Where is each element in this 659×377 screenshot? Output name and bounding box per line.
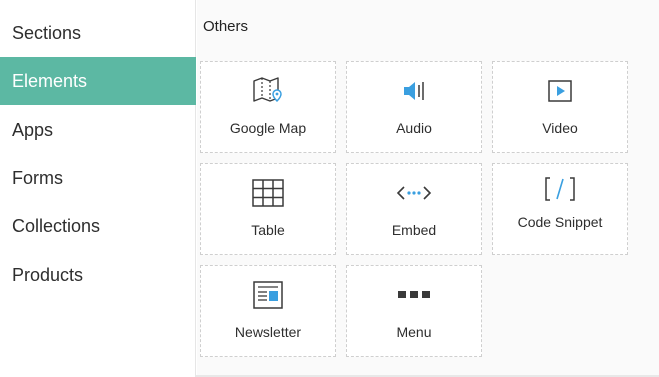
tile-label: Google Map — [229, 120, 307, 136]
tile-label: Embed — [391, 222, 437, 238]
tile-label: Newsletter — [234, 324, 302, 340]
sidebar-item-label: Sections — [12, 22, 82, 43]
element-tile-newsletter[interactable]: Newsletter — [200, 265, 336, 357]
sidebar-item-label: Products — [12, 264, 84, 285]
tile-label: Audio — [396, 120, 432, 136]
tile-label: Menu — [396, 324, 432, 340]
newsletter-icon — [201, 278, 335, 312]
sidebar-item-sections[interactable]: Sections — [0, 9, 196, 57]
tile-label: Code Snippet — [517, 214, 603, 230]
sidebar-item-label: Apps — [12, 119, 54, 140]
map-pin-icon — [201, 74, 335, 108]
audio-icon — [347, 74, 481, 108]
tile-label: Video — [542, 120, 578, 136]
table-grid-icon — [201, 176, 335, 210]
element-tile-embed[interactable]: Embed — [346, 163, 482, 255]
sidebar-item-elements[interactable]: Elements — [0, 57, 196, 105]
section-title: Others — [203, 18, 249, 35]
sidebar-item-collections[interactable]: Collections — [0, 202, 196, 250]
tile-label: Table — [251, 222, 285, 238]
sidebar-item-products[interactable]: Products — [0, 251, 196, 299]
code-snippet-icon — [493, 172, 627, 206]
elements-panel: Others Google Map Audio Video Table Embe… — [197, 0, 659, 377]
element-tile-audio[interactable]: Audio — [346, 61, 482, 153]
sidebar-item-label: Collections — [12, 215, 101, 236]
element-tile-video[interactable]: Video — [492, 61, 628, 153]
element-tile-table[interactable]: Table — [200, 163, 336, 255]
element-tile-menu[interactable]: Menu — [346, 265, 482, 357]
element-tile-google-map[interactable]: Google Map — [200, 61, 336, 153]
sidebar-item-forms[interactable]: Forms — [0, 154, 196, 202]
sidebar-item-label: Elements — [12, 70, 88, 91]
sidebar-item-label: Forms — [12, 167, 63, 188]
sidebar-item-apps[interactable]: Apps — [0, 106, 196, 154]
menu-dots-icon — [347, 278, 481, 312]
element-tile-code-snippet[interactable]: Code Snippet — [492, 163, 628, 255]
embed-icon — [347, 176, 481, 210]
video-play-icon — [493, 74, 627, 108]
sidebar: Sections Elements Apps Forms Collections… — [0, 0, 196, 377]
